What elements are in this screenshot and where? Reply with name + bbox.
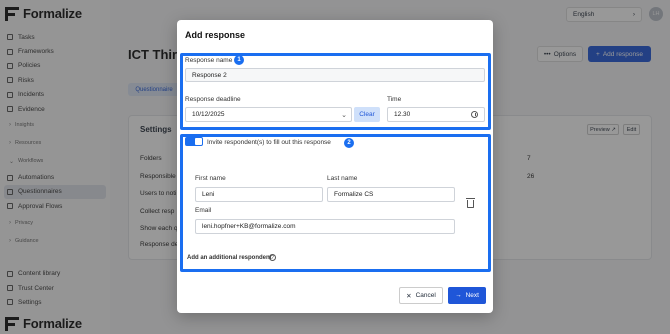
last-name-input[interactable]: Formalize CS xyxy=(327,187,455,202)
clear-button[interactable]: Clear xyxy=(354,107,380,122)
invite-toggle[interactable] xyxy=(185,137,203,146)
modal-title: Add response xyxy=(185,30,246,40)
email-input[interactable]: leni.hopfner+KB@formalize.com xyxy=(195,219,455,234)
highlight-box-2 xyxy=(180,134,491,272)
response-name-input[interactable]: Response 2 xyxy=(185,68,485,82)
step-badge-2: 2 xyxy=(344,138,354,148)
next-button[interactable]: → Next xyxy=(448,287,486,304)
add-response-modal: Add response Response name 1 Response 2 … xyxy=(177,20,493,313)
last-name-label: Last name xyxy=(327,175,358,182)
response-name-label: Response name xyxy=(185,57,233,64)
cancel-button[interactable]: ✕ Cancel xyxy=(399,287,443,304)
time-label: Time xyxy=(387,96,402,103)
deadline-select[interactable]: 10/12/2025 ⌄ xyxy=(185,107,352,122)
email-label: Email xyxy=(195,207,212,214)
add-respondent-link[interactable]: Add an additional respondent xyxy=(187,255,272,261)
clock-icon xyxy=(471,111,478,118)
first-name-input[interactable]: Leni xyxy=(195,187,323,202)
help-icon[interactable]: ? xyxy=(269,254,276,261)
time-input[interactable]: 12.30 xyxy=(387,107,485,122)
step-badge-1: 1 xyxy=(234,55,244,65)
close-icon: ✕ xyxy=(406,292,412,300)
arrow-right-icon: → xyxy=(455,292,462,299)
invite-label: Invite respondent(s) to fill out this re… xyxy=(207,139,331,146)
trash-icon[interactable] xyxy=(466,198,475,208)
chevron-down-icon: ⌄ xyxy=(341,111,347,119)
first-name-label: First name xyxy=(195,175,226,182)
deadline-label: Response deadline xyxy=(185,96,241,103)
